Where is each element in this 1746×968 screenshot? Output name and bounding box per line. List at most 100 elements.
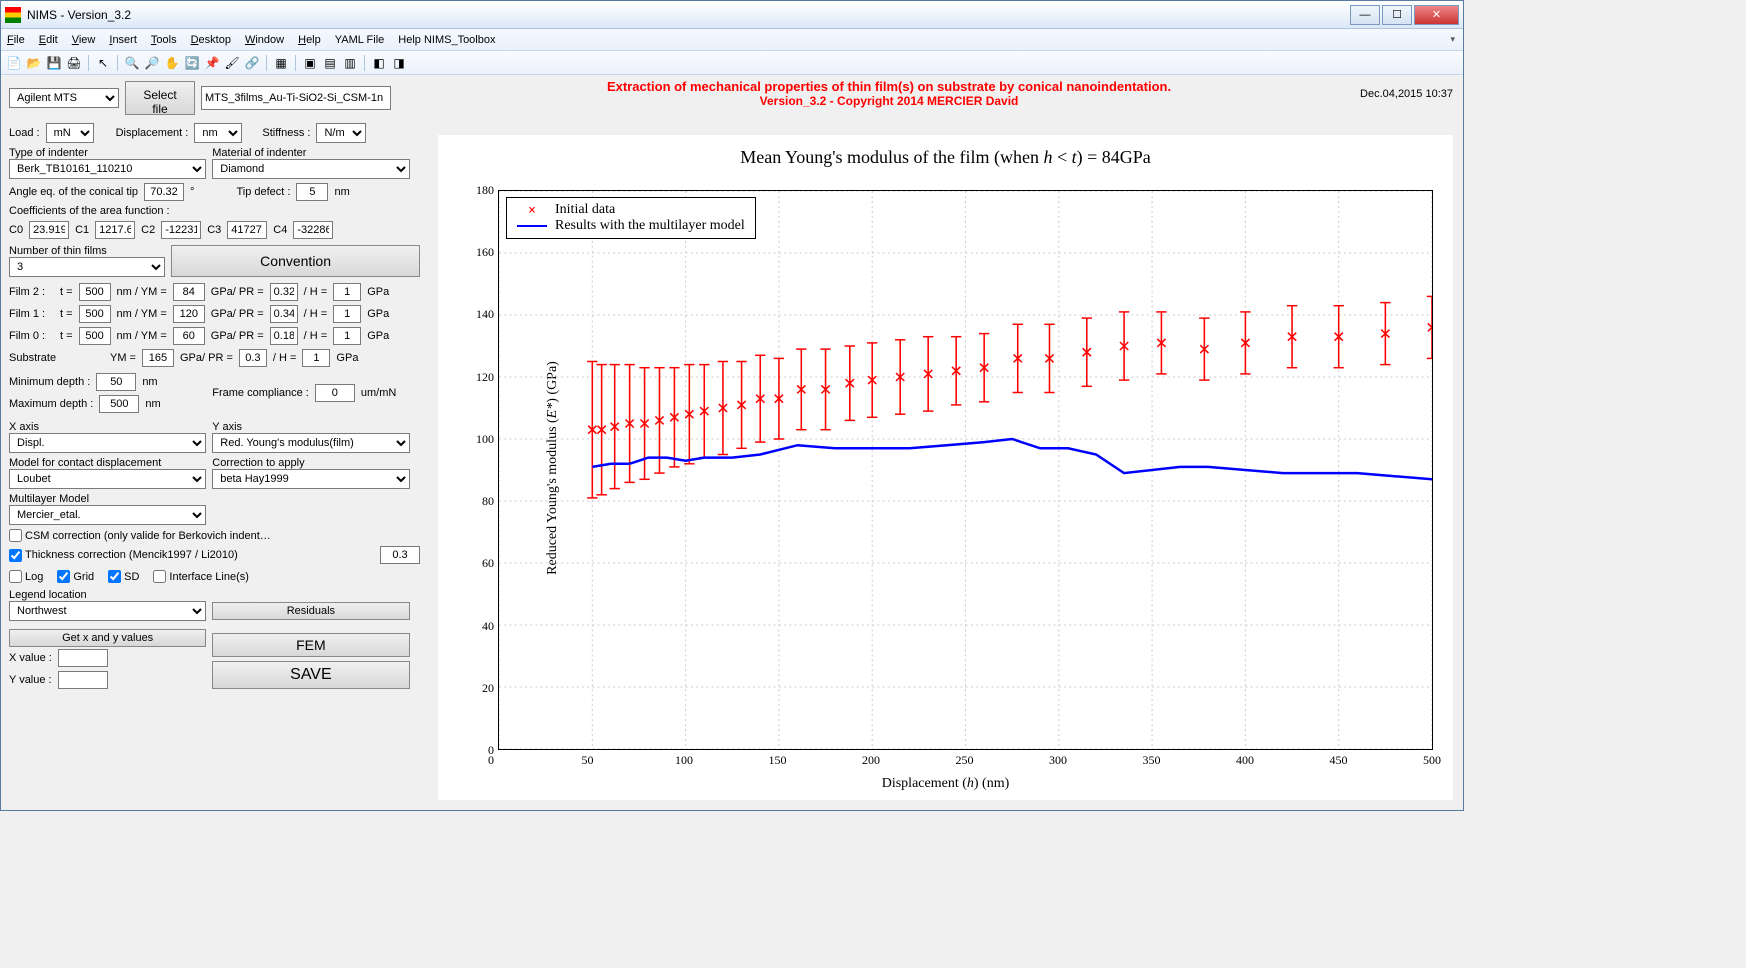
menubar: File Edit View Insert Tools Desktop Wind… xyxy=(1,29,1463,51)
zoom-in-icon[interactable]: 🔍 xyxy=(123,54,141,72)
angle-label: Angle eq. of the conical tip xyxy=(9,186,138,198)
plot-area xyxy=(498,190,1433,750)
xaxis-select[interactable]: Displ. xyxy=(9,433,206,453)
sd-check[interactable]: SD xyxy=(108,570,139,583)
interface-check[interactable]: Interface Line(s) xyxy=(153,570,248,583)
c1-input[interactable] xyxy=(95,221,135,239)
legend-select[interactable]: Northwest xyxy=(9,601,206,621)
stiff-unit-select[interactable]: N/m xyxy=(316,123,366,143)
residuals-button[interactable]: Residuals xyxy=(212,602,409,620)
nfilms-select[interactable]: 3 xyxy=(9,257,165,277)
thick-val-input[interactable] xyxy=(380,546,420,564)
menu-tools[interactable]: Tools xyxy=(151,34,177,46)
datacursor-icon[interactable]: 📌 xyxy=(203,54,221,72)
menu-edit[interactable]: Edit xyxy=(39,34,58,46)
log-check[interactable]: Log xyxy=(9,570,43,583)
grid-check[interactable]: Grid xyxy=(57,570,94,583)
dock-icon[interactable]: ◧ xyxy=(370,54,388,72)
load-label: Load : xyxy=(9,127,40,139)
yval-input[interactable] xyxy=(58,671,108,689)
device-select[interactable]: Agilent MTS xyxy=(9,88,119,108)
toolbar: 📄 📂 💾 🖨 ↖ 🔍 🔎 ✋ 🔄 📌 🖌 🔗 ▦ ▣ ▤ ▥ ◧ ◨ xyxy=(1,51,1463,75)
film2-ym[interactable] xyxy=(173,283,205,301)
substrate-row: Substrate YM = GPa/ PR = / H = GPa xyxy=(9,349,420,367)
undock-icon[interactable]: ◨ xyxy=(390,54,408,72)
brush-icon[interactable]: 🖌 xyxy=(223,54,241,72)
rotate-icon[interactable]: 🔄 xyxy=(183,54,201,72)
open-icon[interactable]: 📂 xyxy=(25,54,43,72)
new-icon[interactable]: 📄 xyxy=(5,54,23,72)
film0-h[interactable] xyxy=(333,327,361,345)
timestamp: Dec.04,2015 10:37 xyxy=(1340,88,1453,100)
film2-t[interactable] xyxy=(79,283,111,301)
min-depth-input[interactable] xyxy=(96,373,136,391)
menu-view[interactable]: View xyxy=(72,34,96,46)
pan-icon[interactable]: ✋ xyxy=(163,54,181,72)
film1-h[interactable] xyxy=(333,305,361,323)
link-icon[interactable]: 🔗 xyxy=(243,54,261,72)
indenter-type-select[interactable]: Berk_TB10161_110210 xyxy=(9,159,206,179)
c0-input[interactable] xyxy=(29,221,69,239)
film0-t[interactable] xyxy=(79,327,111,345)
pointer-icon[interactable]: ↖ xyxy=(94,54,112,72)
model-select[interactable]: Loubet xyxy=(9,469,206,489)
load-unit-select[interactable]: mN xyxy=(46,123,94,143)
layout-icon[interactable]: ▥ xyxy=(341,54,359,72)
getxy-button[interactable]: Get x and y values xyxy=(9,629,206,647)
c2-input[interactable] xyxy=(161,221,201,239)
fem-button[interactable]: FEM xyxy=(212,633,409,657)
filename-input[interactable] xyxy=(201,86,391,110)
sub-pr[interactable] xyxy=(239,349,267,367)
maximize-button[interactable]: ☐ xyxy=(1382,5,1412,25)
film0-row: Film 0 : t = nm / YM = GPa/ PR = / H = G… xyxy=(9,327,420,345)
film2-pr[interactable] xyxy=(270,283,298,301)
tip-defect-label: Tip defect : xyxy=(236,186,290,198)
disp-unit-select[interactable]: nm xyxy=(194,123,242,143)
annotation-icon[interactable]: ▤ xyxy=(321,54,339,72)
sub-ym[interactable] xyxy=(142,349,174,367)
select-file-button[interactable]: Select file xyxy=(125,81,195,115)
max-depth-input[interactable] xyxy=(99,395,139,413)
corr-select[interactable]: beta Hay1999 xyxy=(212,469,409,489)
film0-pr[interactable] xyxy=(270,327,298,345)
indenter-mat-label: Material of indenter xyxy=(212,147,409,159)
legend-icon[interactable]: ▣ xyxy=(301,54,319,72)
save-icon[interactable]: 💾 xyxy=(45,54,63,72)
zoom-out-icon[interactable]: 🔎 xyxy=(143,54,161,72)
indenter-mat-select[interactable]: Diamond xyxy=(212,159,409,179)
menu-insert[interactable]: Insert xyxy=(109,34,137,46)
film1-pr[interactable] xyxy=(270,305,298,323)
colorbar-icon[interactable]: ▦ xyxy=(272,54,290,72)
minimize-button[interactable]: — xyxy=(1350,5,1380,25)
menu-help[interactable]: Help xyxy=(298,34,321,46)
nfilms-label: Number of thin films xyxy=(9,245,165,257)
c4-input[interactable] xyxy=(293,221,333,239)
print-icon[interactable]: 🖨 xyxy=(65,54,83,72)
chart: Mean Young's modulus of the film (when h… xyxy=(438,135,1453,800)
c3-input[interactable] xyxy=(227,221,267,239)
yaxis-select[interactable]: Red. Young's modulus(film) xyxy=(212,433,409,453)
menu-file[interactable]: File xyxy=(7,34,25,46)
menu-expand-icon[interactable]: ▾ xyxy=(1450,34,1455,45)
angle-input[interactable] xyxy=(144,183,184,201)
convention-button[interactable]: Convention xyxy=(171,245,420,277)
film1-ym[interactable] xyxy=(173,305,205,323)
close-button[interactable]: ✕ xyxy=(1414,5,1459,25)
save-button[interactable]: SAVE xyxy=(212,661,409,689)
banner-version: Version_3.2 - Copyright 2014 MERCIER Dav… xyxy=(438,94,1340,108)
menu-nims-help[interactable]: Help NIMS_Toolbox xyxy=(398,34,495,46)
xval-input[interactable] xyxy=(58,649,108,667)
film2-h[interactable] xyxy=(333,283,361,301)
film1-t[interactable] xyxy=(79,305,111,323)
film0-ym[interactable] xyxy=(173,327,205,345)
thick-check[interactable]: Thickness correction (Mencik1997 / Li201… xyxy=(9,549,238,562)
frame-input[interactable] xyxy=(315,384,355,402)
ml-select[interactable]: Mercier_etal. xyxy=(9,505,206,525)
sub-h[interactable] xyxy=(302,349,330,367)
left-panel: Agilent MTS Select file Load : mN Displa… xyxy=(1,75,428,810)
menu-yaml[interactable]: YAML File xyxy=(335,34,385,46)
csm-check[interactable]: CSM correction (only valide for Berkovic… xyxy=(9,529,271,542)
menu-window[interactable]: Window xyxy=(245,34,284,46)
menu-desktop[interactable]: Desktop xyxy=(191,34,231,46)
tip-defect-input[interactable] xyxy=(296,183,328,201)
